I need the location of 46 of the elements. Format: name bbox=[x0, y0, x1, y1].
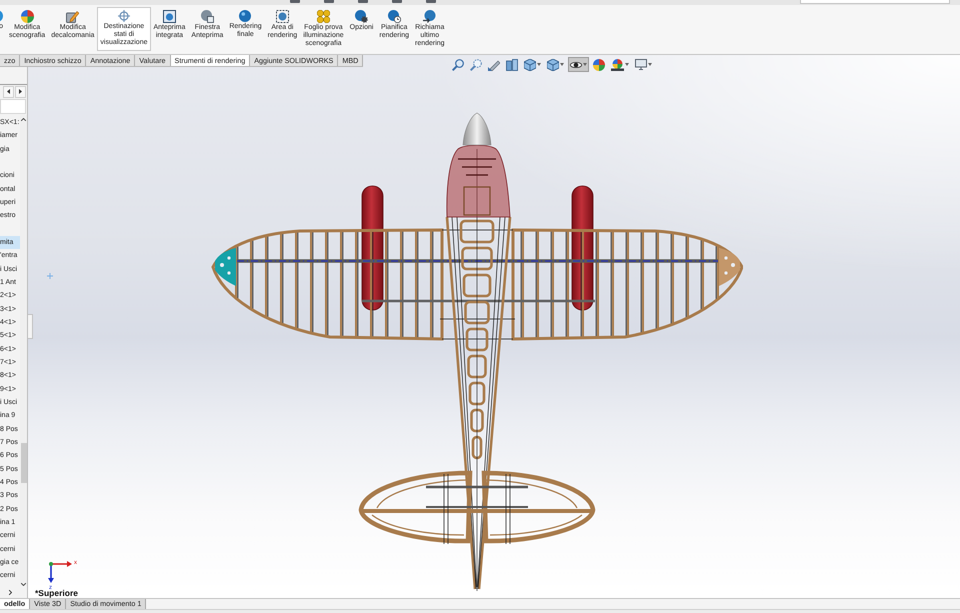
pencil-arrow-icon bbox=[488, 58, 500, 70]
origin-marker-icon bbox=[47, 273, 53, 279]
sphere-frame-icon bbox=[276, 10, 289, 23]
scroll-right-button[interactable] bbox=[15, 86, 26, 98]
caret-right-icon bbox=[19, 89, 22, 94]
magnifier-icon bbox=[470, 58, 482, 70]
crosshair-icon bbox=[118, 10, 130, 22]
magnifier-icon bbox=[452, 58, 464, 70]
caret-icon[interactable] bbox=[560, 63, 564, 66]
view-name: *Superiore bbox=[35, 588, 78, 598]
origin-dot-icon bbox=[49, 562, 53, 566]
chevron-up-icon[interactable] bbox=[21, 118, 26, 121]
caret-icon[interactable] bbox=[625, 63, 629, 66]
color-ball-icon bbox=[20, 10, 34, 23]
cube-icon bbox=[524, 58, 536, 70]
scrollbar-thumb[interactable] bbox=[20, 443, 26, 483]
scene-icon bbox=[611, 58, 624, 70]
caret-icon[interactable] bbox=[583, 63, 587, 66]
view-tool-button[interactable] bbox=[545, 57, 566, 72]
x-axis-arrow bbox=[51, 561, 72, 567]
view-tool-button[interactable] bbox=[522, 57, 543, 72]
splitter-handle[interactable] bbox=[28, 314, 33, 339]
chevron-down-icon[interactable] bbox=[21, 583, 26, 586]
caret-left-icon bbox=[7, 89, 10, 94]
caret-icon[interactable] bbox=[648, 63, 652, 66]
z-axis-arrow bbox=[48, 564, 54, 583]
sphere-gear-icon bbox=[355, 10, 368, 23]
chevron-right-icon[interactable] bbox=[9, 590, 12, 594]
four-balls-icon bbox=[316, 10, 330, 23]
scrollbar[interactable] bbox=[20, 115, 27, 586]
scroll-left-button[interactable] bbox=[3, 86, 14, 98]
eye-icon bbox=[570, 60, 582, 68]
view-tool-button[interactable] bbox=[568, 57, 589, 72]
sphere-clock-icon bbox=[388, 10, 401, 23]
framed-sphere-icon bbox=[162, 10, 176, 23]
filter-field[interactable] bbox=[0, 99, 26, 114]
search-field[interactable] bbox=[800, 0, 950, 4]
caret-icon[interactable] bbox=[537, 63, 541, 66]
cube-icon bbox=[547, 58, 559, 70]
box-pencil-icon bbox=[66, 10, 80, 23]
monitor-icon bbox=[635, 59, 647, 70]
sphere-icon bbox=[239, 10, 252, 22]
panels-icon bbox=[506, 58, 518, 70]
view-tool-button[interactable] bbox=[609, 57, 631, 72]
color-ball-icon bbox=[593, 58, 605, 70]
sphere-window-icon bbox=[200, 10, 214, 23]
